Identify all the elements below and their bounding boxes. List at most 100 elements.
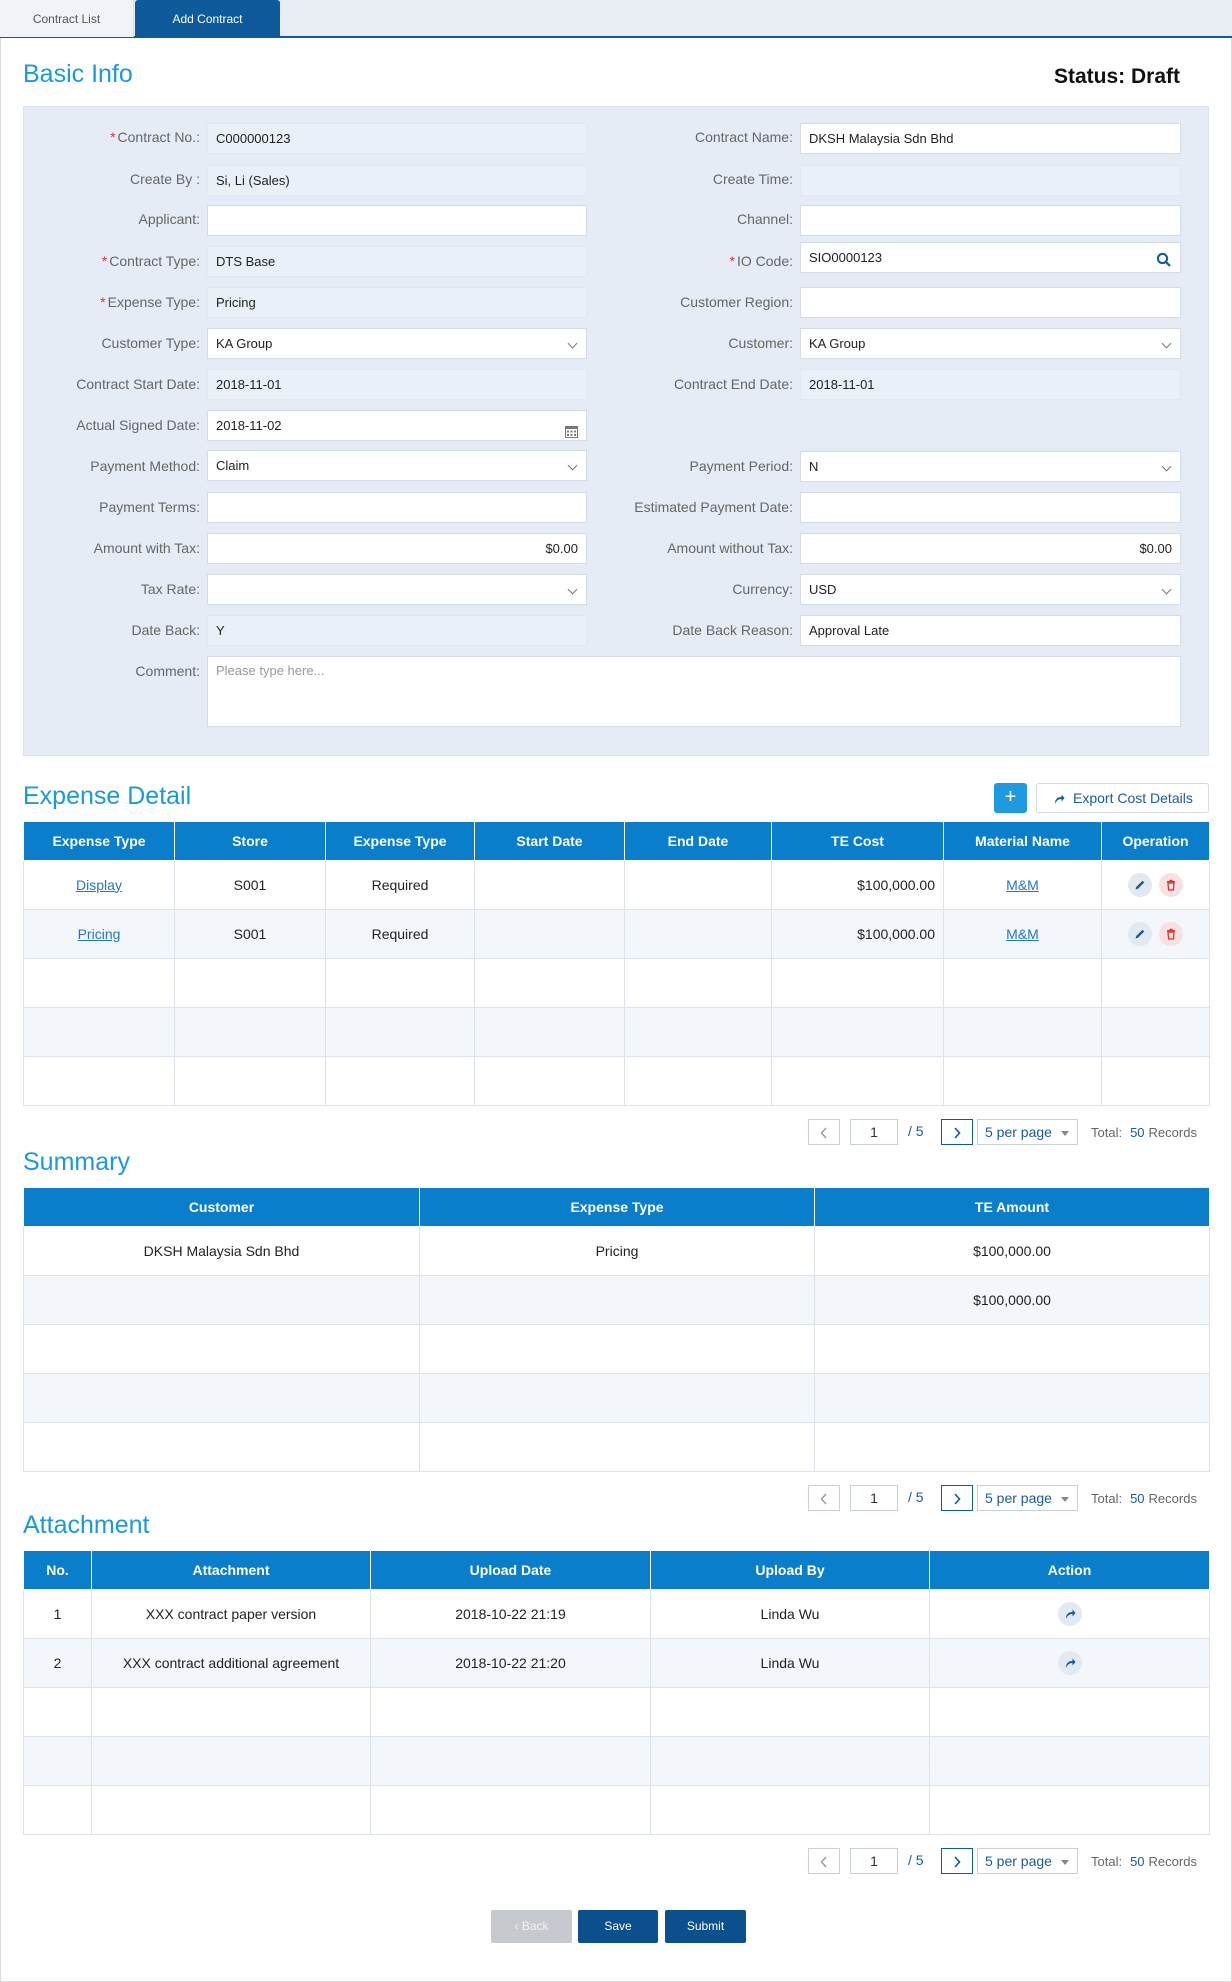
amount-without-tax-field[interactable]: $0.00	[800, 533, 1181, 564]
column-header[interactable]: Operation	[1101, 822, 1210, 861]
contract-name-field[interactable]: DKSH Malaysia Sdn Bhd	[800, 123, 1181, 154]
customer-type-select[interactable]: KA Group	[207, 328, 587, 359]
payment-terms-field[interactable]	[207, 492, 587, 523]
tax-rate-select[interactable]	[207, 574, 587, 605]
per-page-select[interactable]: 5 per page	[977, 1485, 1078, 1511]
share-attachment-button[interactable]	[1057, 1650, 1082, 1675]
delete-button[interactable]	[1159, 921, 1184, 946]
comment-textarea[interactable]: Please type here...	[207, 656, 1181, 727]
contract-start-date-field[interactable]: 2018-11-01	[207, 369, 587, 400]
table-row	[23, 1784, 1210, 1835]
prev-page-button[interactable]	[808, 1848, 840, 1874]
expense-type-field[interactable]: Pricing	[207, 287, 587, 318]
chevron-right-icon	[954, 1127, 961, 1139]
column-header[interactable]: Store	[174, 822, 326, 861]
column-header[interactable]: TE Cost	[771, 822, 944, 861]
column-header[interactable]: Expense Type	[23, 822, 175, 861]
amount-with-tax-field[interactable]: $0.00	[207, 533, 587, 564]
contract-end-date-label: Contract End Date:	[673, 376, 793, 392]
contract-end-date-field[interactable]: 2018-11-01	[800, 369, 1181, 400]
next-page-button[interactable]	[941, 1848, 973, 1874]
column-header[interactable]: Expense Type	[325, 822, 475, 861]
edit-button[interactable]	[1127, 921, 1152, 946]
contract-type-label: * Contract Type:	[101, 253, 200, 269]
channel-field[interactable]	[800, 205, 1181, 236]
applicant-label: Applicant:	[138, 211, 200, 227]
date-back-field[interactable]: Y	[207, 615, 587, 646]
contract-type-field[interactable]: DTS Base	[207, 246, 587, 277]
next-page-button[interactable]	[941, 1485, 973, 1511]
per-page-select[interactable]: 5 per page	[977, 1848, 1078, 1874]
customer-type-value: KA Group	[216, 336, 273, 351]
per-page-select[interactable]: 5 per page	[977, 1119, 1078, 1145]
table-header-row: Customer Expense Type TE Amount	[23, 1188, 1210, 1227]
column-header[interactable]: Start Date	[474, 822, 625, 861]
column-header[interactable]: Upload By	[650, 1551, 930, 1590]
prev-page-button[interactable]	[808, 1485, 840, 1511]
column-header[interactable]: Attachment	[91, 1551, 371, 1590]
page-number-input[interactable]: 1	[850, 1119, 898, 1145]
summary-pagination: 1 / 5 5 per page Total: 50 Records	[808, 1485, 1209, 1511]
back-button[interactable]: ‹ Back	[491, 1910, 572, 1943]
table-row: 1 XXX contract paper version 2018-10-22 …	[23, 1588, 1210, 1639]
next-page-button[interactable]	[941, 1119, 973, 1145]
create-time-field[interactable]	[800, 165, 1181, 196]
table-cell: 2018-10-22 21:20	[370, 1637, 651, 1688]
chevron-left-icon	[820, 1493, 827, 1505]
tab-contract-list[interactable]: Contract List	[0, 0, 134, 37]
edit-button[interactable]	[1127, 872, 1152, 897]
export-cost-details-button[interactable]: Export Cost Details	[1036, 783, 1209, 813]
attachment-title: Attachment	[23, 1511, 150, 1539]
caret-down-icon	[1061, 1497, 1069, 1502]
column-header[interactable]: No.	[23, 1551, 92, 1590]
submit-button[interactable]: Submit	[665, 1910, 746, 1943]
delete-button[interactable]	[1159, 872, 1184, 897]
date-back-reason-field[interactable]: Approval Late	[800, 615, 1181, 646]
total-label: Total:	[1091, 1491, 1123, 1506]
column-header[interactable]: End Date	[624, 822, 772, 861]
customer-select[interactable]: KA Group	[800, 328, 1181, 359]
contract-name-label: Contract Name:	[694, 129, 793, 145]
column-header[interactable]: Customer	[23, 1188, 420, 1227]
column-header[interactable]: Material Name	[943, 822, 1102, 861]
table-cell	[624, 859, 772, 910]
customer-region-field[interactable]	[800, 287, 1181, 318]
material-link[interactable]: M&M	[1006, 926, 1039, 942]
applicant-field[interactable]	[207, 205, 587, 236]
create-time-label: Create Time:	[712, 171, 793, 187]
calendar-icon[interactable]	[565, 419, 578, 440]
column-header[interactable]: Action	[929, 1551, 1210, 1590]
share-attachment-button[interactable]	[1057, 1601, 1082, 1626]
column-header[interactable]: Upload Date	[370, 1551, 651, 1590]
currency-select[interactable]: USD	[800, 574, 1181, 605]
page-number-input[interactable]: 1	[850, 1485, 898, 1511]
tab-add-contract[interactable]: Add Contract	[135, 0, 280, 37]
add-expense-button[interactable]: +	[994, 783, 1027, 813]
page-number-input[interactable]: 1	[850, 1848, 898, 1874]
save-button[interactable]: Save	[578, 1910, 658, 1943]
create-by-field[interactable]: Si, Li (Sales)	[207, 165, 587, 196]
expense-type-link[interactable]: Display	[76, 877, 122, 893]
table-row	[23, 1686, 1210, 1737]
io-code-field[interactable]: SIO0000123	[800, 242, 1181, 273]
payment-method-select[interactable]: Claim	[207, 450, 587, 481]
trash-icon	[1167, 928, 1176, 940]
currency-value: USD	[809, 582, 837, 597]
estimated-payment-date-field[interactable]	[800, 492, 1181, 523]
table-cell	[474, 859, 625, 910]
total-records: Total: 50 Records	[1091, 1125, 1197, 1140]
search-icon[interactable]	[1156, 249, 1172, 272]
material-link[interactable]: M&M	[1006, 877, 1039, 893]
column-header[interactable]: Expense Type	[419, 1188, 815, 1227]
currency-label: Currency:	[732, 581, 793, 597]
customer-label: Customer:	[728, 335, 793, 351]
prev-page-button[interactable]	[808, 1119, 840, 1145]
total-label: Total:	[1091, 1125, 1123, 1140]
actual-signed-date-field[interactable]: 2018-11-02	[207, 410, 587, 441]
column-header[interactable]: TE Amount	[814, 1188, 1210, 1227]
expense-type-link[interactable]: Pricing	[78, 926, 121, 942]
payment-period-select[interactable]: N	[800, 451, 1181, 482]
table-row	[23, 1323, 1210, 1374]
contract-no-field[interactable]: C000000123	[207, 123, 587, 154]
table-row	[23, 1372, 1210, 1423]
